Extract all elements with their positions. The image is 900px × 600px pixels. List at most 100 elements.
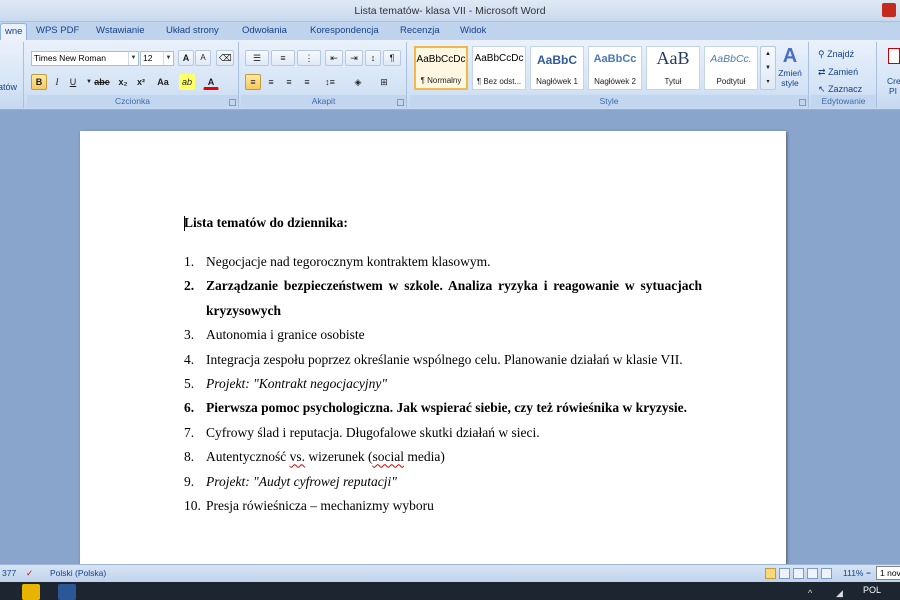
strikethrough-button[interactable]: abe	[91, 74, 113, 90]
decrease-indent-icon[interactable]: ⇤	[325, 50, 343, 66]
style-normal[interactable]: AaBbCcDc ¶ Normalny	[414, 46, 468, 90]
close-window-button[interactable]	[882, 3, 896, 17]
tab-page-layout[interactable]: Układ strony	[162, 23, 223, 40]
borders-icon[interactable]: ⊞	[373, 74, 395, 90]
full-screen-reading-view-icon[interactable]	[779, 568, 790, 579]
style-subtitle[interactable]: AaBbCc. Podtytuł	[704, 46, 758, 90]
styles-group-label: Style	[410, 95, 808, 107]
style-name: Nagłówek 2	[594, 77, 636, 86]
paragraph-dialog-launcher-icon[interactable]	[397, 99, 404, 106]
align-left-icon[interactable]: ≡	[245, 74, 261, 90]
pdf-icon[interactable]	[888, 48, 900, 64]
style-heading-1[interactable]: AaBbC Nagłówek 1	[530, 46, 584, 90]
style-preview: AaBbCcDc	[416, 54, 466, 65]
shrink-font-button[interactable]: A	[195, 50, 211, 66]
list-item: 8. Autentyczność vs. wizerunek (social m…	[184, 445, 702, 469]
list-item: 6. Pierwsza pomoc psychologiczna. Jak ws…	[184, 396, 702, 420]
style-preview: AaBbCcDc	[474, 53, 524, 64]
justify-icon[interactable]: ≡	[299, 74, 315, 90]
word-app-icon[interactable]	[58, 584, 76, 600]
list-item-text: Pierwsza pomoc psychologiczna. Jak wspie…	[206, 400, 688, 416]
outline-view-icon[interactable]	[807, 568, 818, 579]
network-icon[interactable]: ◢	[836, 588, 843, 599]
style-name: Nagłówek 1	[536, 77, 578, 86]
tab-home[interactable]: wne	[0, 23, 28, 40]
align-center-icon[interactable]: ≡	[263, 74, 279, 90]
pdf-label-1: Cre	[887, 76, 900, 86]
list-number: 3.	[184, 327, 195, 343]
styles-group: AaBbCcDc ¶ Normalny AaBbCcDc ¶ Bez odst.…	[410, 42, 809, 108]
binoculars-icon: ⚲	[818, 49, 825, 59]
proofing-icon[interactable]: ✓	[26, 568, 33, 579]
zoom-out-icon[interactable]: −	[866, 568, 871, 578]
document-page[interactable]: Lista tematów do dziennika: 1. Negocjacj…	[80, 131, 786, 571]
tab-view[interactable]: Widok	[456, 23, 490, 40]
font-name-combo[interactable]: Times New Roman ▼	[31, 51, 139, 66]
change-case-button[interactable]: Aa	[151, 74, 175, 90]
document-area[interactable]: Lista tematów do dziennika: 1. Negocjacj…	[0, 110, 900, 571]
replace-icon: ⇄	[818, 67, 826, 77]
word-count[interactable]: 377	[2, 568, 16, 578]
grow-font-button[interactable]: A	[178, 50, 194, 66]
style-preview: AaB	[656, 48, 690, 68]
font-dialog-launcher-icon[interactable]	[229, 99, 236, 106]
topics-list: 1. Negocjacje nad tegorocznym kontraktem…	[184, 250, 702, 518]
tray-up-arrow-icon[interactable]: ^	[808, 588, 812, 598]
clear-formatting-icon[interactable]: ⌫	[216, 50, 234, 66]
underline-button[interactable]: U	[65, 74, 81, 90]
title-bar: Lista tematów- klasa VII - Microsoft Wor…	[0, 0, 900, 22]
ribbon: atów Times New Roman ▼ 12 ▼ A A ⌫ B I U …	[0, 40, 900, 110]
zoom-level[interactable]: 111%	[843, 568, 863, 578]
chevron-down-icon: ▼	[163, 52, 173, 65]
align-right-icon[interactable]: ≡	[281, 74, 297, 90]
list-number: 4.	[184, 351, 195, 367]
list-item-text: Negocjacje nad tegorocznym kontraktem kl…	[206, 254, 491, 269]
clipboard-partial-label: atów	[0, 82, 18, 92]
bold-button[interactable]: B	[31, 74, 47, 90]
style-name: Tytuł	[664, 77, 682, 86]
tab-mailings[interactable]: Korespondencja	[306, 23, 383, 40]
list-item-text: Integracja zespołu poprzez określanie ws…	[206, 351, 683, 367]
web-layout-view-icon[interactable]	[793, 568, 804, 579]
font-size-combo[interactable]: 12 ▼	[140, 51, 174, 66]
list-item-text: Projekt: "Audyt cyfrowej reputacji"	[206, 473, 397, 489]
subscript-button[interactable]: x₂	[115, 74, 131, 90]
multilevel-list-icon[interactable]: ⋮	[297, 50, 321, 66]
style-name: ¶ Bez odst...	[476, 77, 522, 86]
tab-insert[interactable]: Wstawianie	[92, 23, 149, 40]
draft-view-icon[interactable]	[821, 568, 832, 579]
increase-indent-icon[interactable]: ⇥	[345, 50, 363, 66]
cursor-icon: ↖	[818, 84, 826, 94]
replace-button[interactable]: ⇄ Zamień	[815, 64, 873, 80]
list-item: 10. Presja rówieśnicza – mechanizmy wybo…	[184, 494, 702, 518]
editing-group: ⚲ Znajdź ⇄ Zamień ↖ Zaznacz Edytowanie	[811, 42, 877, 108]
line-spacing-icon[interactable]: ↕≡	[319, 74, 341, 90]
list-item: 7. Cyfrowy ślad i reputacja. Długofalowe…	[184, 421, 702, 445]
show-formatting-icon[interactable]: ¶	[383, 50, 401, 66]
change-styles-button[interactable]: A Zmień style	[772, 44, 808, 94]
print-layout-view-icon[interactable]	[765, 568, 776, 579]
italic-button[interactable]: I	[49, 74, 65, 90]
list-item-text: Presja rówieśnicza – mechanizmy wyboru	[206, 498, 434, 514]
file-explorer-icon[interactable]	[22, 584, 40, 600]
numbering-icon[interactable]: ≡	[271, 50, 295, 66]
tab-review[interactable]: Recenzja	[396, 23, 444, 40]
sort-icon[interactable]: ↕	[365, 50, 381, 66]
style-heading-2[interactable]: AaBbCc Nagłówek 2	[588, 46, 642, 90]
style-no-spacing[interactable]: AaBbCcDc ¶ Bez odst...	[472, 46, 526, 90]
tab-wps-pdf[interactable]: WPS PDF	[32, 23, 83, 40]
bullets-icon[interactable]: ☰	[245, 50, 269, 66]
styles-dialog-launcher-icon[interactable]	[799, 99, 806, 106]
shading-icon[interactable]: ◈	[347, 74, 369, 90]
language-indicator[interactable]: Polski (Polska)	[50, 568, 106, 578]
highlight-button[interactable]: ab	[179, 74, 195, 90]
spelling-error-run: vs.	[289, 449, 305, 465]
superscript-button[interactable]: x²	[133, 74, 149, 90]
font-color-button[interactable]: A	[203, 74, 219, 90]
find-button[interactable]: ⚲ Znajdź	[815, 46, 873, 62]
style-title[interactable]: AaB Tytuł	[646, 46, 700, 90]
tab-references[interactable]: Odwołania	[238, 23, 291, 40]
document-heading: Lista tematów do dziennika:	[184, 215, 348, 230]
pdf-group-partial: Cre PI	[880, 42, 900, 108]
input-language[interactable]: POL	[863, 585, 881, 595]
